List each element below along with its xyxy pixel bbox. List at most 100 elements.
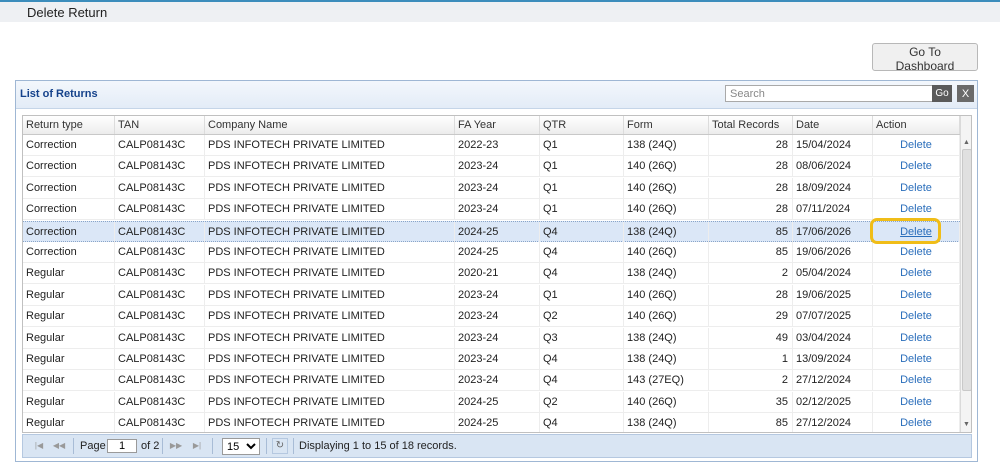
table-row[interactable]: Correction CALP08143C PDS INFOTECH PRIVATE…	[23, 220, 960, 242]
table-row[interactable]: Regular CALP08143C PDS INFOTECH PRIVATE LI…	[23, 370, 960, 392]
fa-year-cell: 2023-24	[455, 177, 540, 198]
return-type-cell: Regular	[23, 284, 115, 305]
table-row[interactable]: Regular CALP08143C PDS INFOTECH PRIVATE LI…	[23, 391, 960, 413]
search-input[interactable]	[725, 85, 946, 102]
table-row[interactable]: Correction CALP08143C PDS INFOTECH PRIVATE…	[23, 156, 960, 178]
company-name-cell: PDS INFOTECH PRIVATE LIMITED	[205, 284, 455, 305]
date-cell: 08/06/2024	[793, 156, 873, 177]
col-return-type-header[interactable]: Return type	[23, 116, 115, 134]
table-row[interactable]: Regular CALP08143C PDS INFOTECH PRIVATE LI…	[23, 306, 960, 328]
delete-link[interactable]: Delete	[900, 226, 932, 238]
records-summary: Displaying 1 to 15 of 18 records.	[299, 440, 457, 452]
table-row[interactable]: Regular CALP08143C PDS INFOTECH PRIVATE LI…	[23, 413, 960, 432]
scroll-up-icon[interactable]: ▲	[962, 138, 971, 148]
fa-year-cell: 2023-24	[455, 156, 540, 177]
delete-link[interactable]: Delete	[900, 246, 932, 258]
pager-divider	[212, 438, 213, 454]
next-page-icon[interactable]: ▶▶	[168, 439, 184, 453]
table-row[interactable]: Regular CALP08143C PDS INFOTECH PRIVATE LI…	[23, 349, 960, 370]
qtr-cell: Q4	[540, 263, 624, 284]
form-cell: 140 (26Q)	[624, 156, 709, 177]
col-date-header[interactable]: Date	[793, 116, 873, 134]
table-row[interactable]: Regular CALP08143C PDS INFOTECH PRIVATE LI…	[23, 327, 960, 349]
delete-link[interactable]: Delete	[900, 267, 932, 279]
tan-cell: CALP08143C	[115, 242, 205, 262]
last-page-icon[interactable]: ▶|	[189, 439, 205, 453]
vertical-scrollbar[interactable]: ▲ ▼	[960, 116, 971, 432]
table-row[interactable]: Correction CALP08143C PDS INFOTECH PRIVATE…	[23, 177, 960, 199]
return-type-cell: Correction	[23, 156, 115, 177]
return-type-cell: Regular	[23, 263, 115, 284]
page-size-select[interactable]: 15	[222, 438, 260, 455]
form-cell: 138 (24Q)	[624, 221, 709, 242]
first-page-icon[interactable]: |◀	[31, 439, 47, 453]
go-button[interactable]: Go	[932, 85, 952, 102]
tan-cell: CALP08143C	[115, 306, 205, 327]
tan-cell: CALP08143C	[115, 135, 205, 155]
delete-link[interactable]: Delete	[900, 160, 932, 172]
action-cell: Delete	[873, 370, 960, 391]
clear-search-button[interactable]: X	[957, 85, 974, 102]
fa-year-cell: 2024-25	[455, 242, 540, 262]
returns-grid: Return type TAN Company Name FA Year QTR Form…	[22, 115, 972, 433]
table-row[interactable]: Regular CALP08143C PDS INFOTECH PRIVATE LI…	[23, 263, 960, 285]
delete-link[interactable]: Delete	[900, 353, 932, 365]
pager-divider	[293, 438, 294, 454]
page-number-input[interactable]	[107, 439, 137, 453]
qtr-cell: Q4	[540, 242, 624, 262]
refresh-icon[interactable]: ↻	[272, 438, 288, 454]
company-name-cell: PDS INFOTECH PRIVATE LIMITED	[205, 177, 455, 198]
total-records-cell: 85	[709, 242, 793, 262]
table-row[interactable]: Correction CALP08143C PDS INFOTECH PRIVATE…	[23, 135, 960, 156]
table-row[interactable]: Correction CALP08143C PDS INFOTECH PRIVATE…	[23, 242, 960, 263]
tan-cell: CALP08143C	[115, 177, 205, 198]
scroll-thumb[interactable]	[962, 149, 971, 391]
fa-year-cell: 2024-25	[455, 391, 540, 412]
total-records-cell: 35	[709, 391, 793, 412]
delete-link[interactable]: Delete	[900, 203, 932, 215]
col-action-header[interactable]: Action	[873, 116, 960, 134]
scroll-down-icon[interactable]: ▼	[962, 420, 971, 430]
form-cell: 138 (24Q)	[624, 327, 709, 348]
delete-link[interactable]: Delete	[900, 310, 932, 322]
action-cell: Delete	[873, 199, 960, 220]
delete-link[interactable]: Delete	[900, 139, 932, 151]
table-row[interactable]: Correction CALP08143C PDS INFOTECH PRIVATE…	[23, 199, 960, 221]
col-tan-header[interactable]: TAN	[115, 116, 205, 134]
delete-link[interactable]: Delete	[900, 182, 932, 194]
return-type-cell: Regular	[23, 327, 115, 348]
qtr-cell: Q1	[540, 156, 624, 177]
company-name-cell: PDS INFOTECH PRIVATE LIMITED	[205, 327, 455, 348]
return-type-cell: Correction	[23, 242, 115, 262]
go-to-dashboard-button[interactable]: Go To Dashboard	[872, 43, 978, 73]
form-cell: 143 (27EQ)	[624, 370, 709, 391]
return-type-cell: Regular	[23, 391, 115, 412]
table-row[interactable]: Regular CALP08143C PDS INFOTECH PRIVATE LI…	[23, 284, 960, 306]
fa-year-cell: 2020-21	[455, 263, 540, 284]
return-type-cell: Correction	[23, 199, 115, 220]
delete-link[interactable]: Delete	[900, 374, 932, 386]
form-cell: 138 (24Q)	[624, 263, 709, 284]
col-fa-year-header[interactable]: FA Year	[455, 116, 540, 134]
action-cell: Delete	[873, 177, 960, 198]
action-cell: Delete	[873, 327, 960, 348]
total-records-cell: 28	[709, 199, 793, 220]
form-cell: 140 (26Q)	[624, 177, 709, 198]
col-form-header[interactable]: Form	[624, 116, 709, 134]
date-cell: 03/04/2024	[793, 327, 873, 348]
col-total-records-header[interactable]: Total Records	[709, 116, 793, 134]
col-company-name-header[interactable]: Company Name	[205, 116, 455, 134]
tan-cell: CALP08143C	[115, 199, 205, 220]
prev-page-icon[interactable]: ◀◀	[51, 439, 67, 453]
grid-header: Return type TAN Company Name FA Year QTR Form…	[23, 116, 960, 135]
delete-link[interactable]: Delete	[900, 289, 932, 301]
action-cell: Delete	[873, 156, 960, 177]
return-type-cell: Regular	[23, 306, 115, 327]
action-cell: Delete	[873, 263, 960, 284]
col-qtr-header[interactable]: QTR	[540, 116, 624, 134]
tan-cell: CALP08143C	[115, 327, 205, 348]
delete-link[interactable]: Delete	[900, 332, 932, 344]
delete-link[interactable]: Delete	[900, 396, 932, 408]
delete-link[interactable]: Delete	[900, 417, 932, 429]
date-cell: 18/09/2024	[793, 177, 873, 198]
